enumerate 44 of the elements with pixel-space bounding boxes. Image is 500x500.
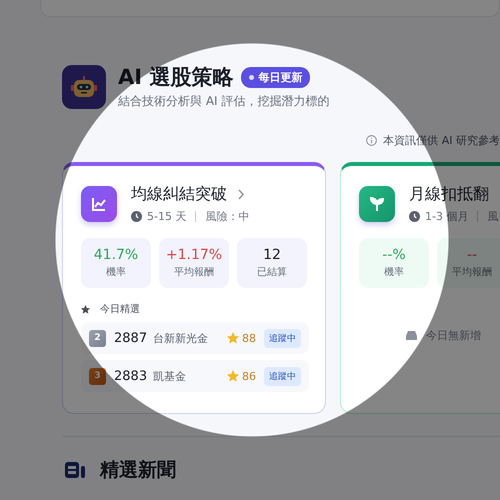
news-section-title: 精選新聞 <box>100 458 176 483</box>
stat-value: 12 <box>263 247 281 263</box>
stat-label: 平均報酬 <box>174 266 214 279</box>
stat-label: 已結算 <box>257 266 287 279</box>
stock-code: 2887 <box>114 330 148 346</box>
stat-label: 平均報酬 <box>452 266 492 279</box>
ai-score: 86 <box>242 370 256 382</box>
empty-message: 今日無新增 <box>426 328 481 343</box>
stat-label: 機率 <box>384 266 404 279</box>
stat-value: -- <box>466 247 478 263</box>
stock-pick-row[interactable]: 2 2887 台新新光金 88 追蹤中 <box>81 322 309 354</box>
clock-icon <box>409 211 420 222</box>
picks-heading: 今日精選 <box>100 302 140 316</box>
rank-badge: 3 <box>89 368 106 384</box>
rank-badge: 2 <box>89 330 106 346</box>
section-subtitle: 結合技術分析與 AI 評估，挖掘潛力標的 <box>118 93 330 110</box>
stock-name: 凱基金 <box>153 368 188 384</box>
tracking-tag: 追蹤中 <box>264 366 301 386</box>
stat-label: 機率 <box>106 266 126 279</box>
stock-pick-row[interactable]: 3 2883 凱基金 86 追蹤中 <box>81 360 309 392</box>
info-icon <box>366 134 378 146</box>
chevron-right-icon[interactable] <box>237 189 245 200</box>
robot-icon <box>62 64 106 108</box>
strategy-card[interactable]: 均線糾結突破 5-15 天 風險：中 41.7% 機率 +1.17% 平均報酬 12 已結算 今日精選 2 2887 台新新光金 88 追蹤中 3 2883 凱基金 86 追蹤中 <box>62 162 326 414</box>
sprout-icon <box>368 195 386 213</box>
tracking-tag: 追蹤中 <box>264 328 301 348</box>
newspaper-icon <box>64 461 86 479</box>
section-title: AI 選股策略 <box>118 64 234 91</box>
holding-period: 5-15 天 <box>147 209 186 224</box>
stock-name: 台新新光金 <box>153 330 210 346</box>
stat-value: +1.17% <box>166 247 222 263</box>
risk-level: 風 <box>487 209 498 224</box>
ai-score: 88 <box>242 332 256 344</box>
star-icon <box>227 370 239 382</box>
strategy-name: 均線糾結突破 <box>131 184 227 205</box>
update-badge: 每日更新 <box>241 66 310 88</box>
clock-icon <box>131 211 142 222</box>
stock-code: 2883 <box>114 368 148 384</box>
star-icon <box>81 304 90 314</box>
line-chart-icon <box>90 195 108 213</box>
star-icon <box>227 332 239 344</box>
risk-level: 風險：中 <box>205 209 250 224</box>
stat-value: --% <box>382 247 406 263</box>
stat-value: 41.7% <box>94 247 138 263</box>
